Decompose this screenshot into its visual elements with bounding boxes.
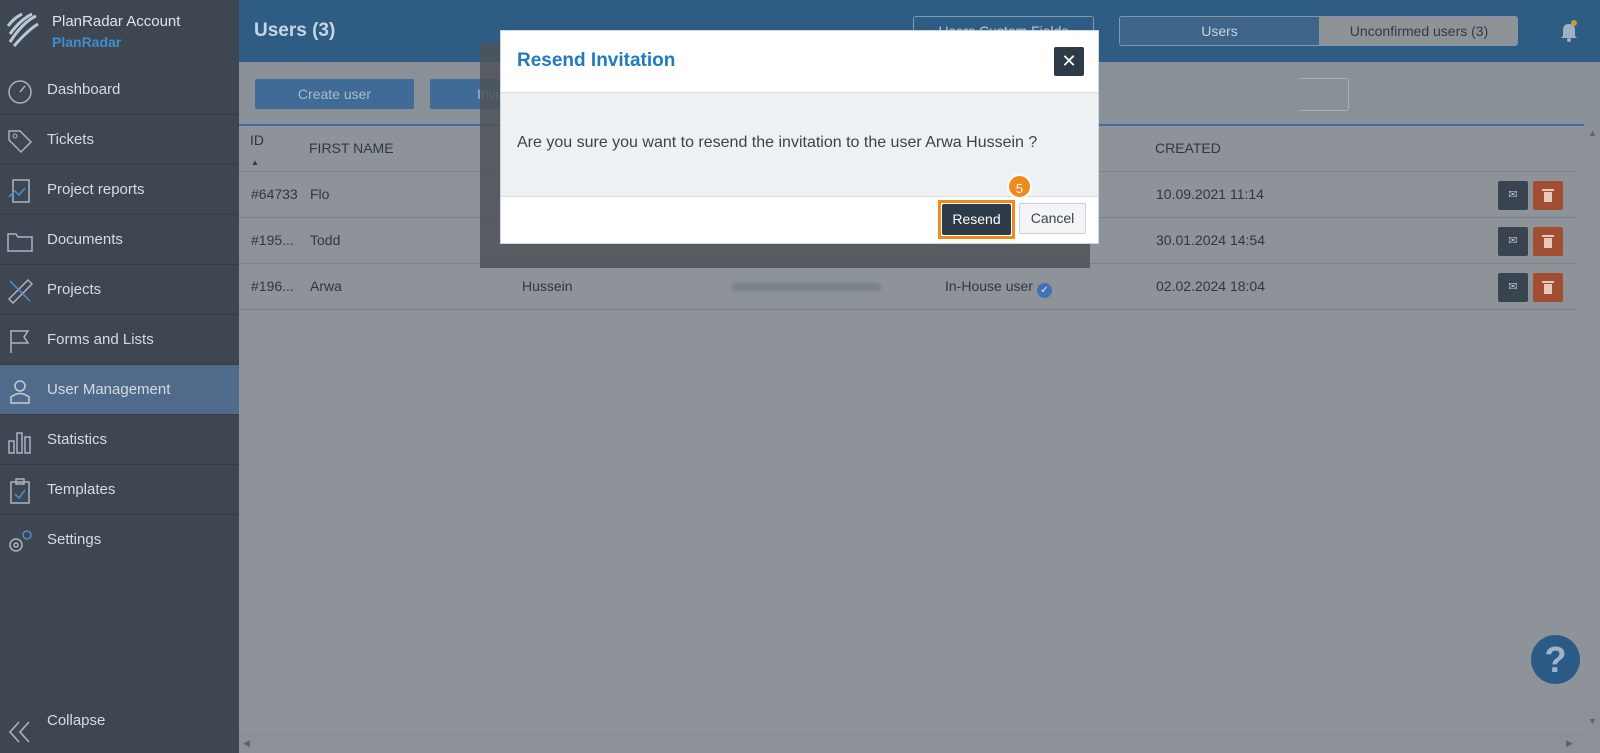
sidebar-item-label: Tickets [47,131,94,148]
bell-icon[interactable] [1559,20,1579,42]
ruler-pencil-icon [7,278,34,305]
dialog-footer: Resend Cancel [501,197,1098,243]
step-number-badge: 5 [1007,174,1032,199]
sidebar-item-settings[interactable]: Settings [0,515,239,565]
sidebar-item-label: User Management [47,381,171,398]
cell-email-redacted [731,278,881,294]
cell-id: #195... [251,232,294,248]
search-input[interactable] [1299,78,1349,111]
scroll-right-icon[interactable]: ▶ [1566,738,1573,749]
sidebar-item-statistics[interactable]: Statistics [0,415,239,465]
sidebar-item-label: Templates [47,481,116,498]
scroll-down-icon[interactable]: ▼ [1588,716,1597,726]
verified-check-icon: ✓ [1036,283,1052,298]
planradar-logo-icon [6,12,39,47]
column-created[interactable]: CREATED [1155,140,1221,156]
sidebar-item-tickets[interactable]: Tickets [0,115,239,165]
role-label: In-House user [945,278,1033,294]
delete-user-button[interactable] [1533,273,1563,302]
trash-icon [1542,189,1554,202]
delete-user-button[interactable] [1533,227,1563,256]
tab-users[interactable]: Users [1120,17,1319,45]
sidebar-item-documents[interactable]: Documents [0,215,239,265]
tag-icon [8,130,33,154]
delete-user-button[interactable] [1533,181,1563,210]
sidebar: PlanRadar Account PlanRadar Dashboard Ti… [0,0,239,753]
cell-last-name: Hussein [522,278,573,294]
bar-chart-icon [8,432,31,454]
column-first-name[interactable]: FIRST NAME [309,140,394,156]
flag-icon [10,330,30,353]
create-user-button[interactable]: Create user [255,79,414,109]
sidebar-item-label: Projects [47,281,102,298]
cell-id: #64733 [251,186,298,202]
sidebar-item-label: Documents [47,231,123,248]
sidebar-item-dashboard[interactable]: Dashboard [0,65,239,115]
collapse-label: Collapse [47,712,106,729]
envelope-icon: ✉ [1508,189,1518,201]
sidebar-item-forms-and-lists[interactable]: Forms and Lists [0,315,239,365]
resend-invite-button[interactable]: ✉ [1498,227,1528,256]
sidebar-item-label: Project reports [47,181,145,198]
page-title: Users (3) [254,20,336,41]
help-button[interactable]: ? [1531,635,1580,684]
user-tabs: Users Unconfirmed users (3) [1119,16,1518,46]
horizontal-scrollbar[interactable]: ◀ ▶ [239,733,1600,753]
cell-first-name: Todd [310,232,341,248]
folder-icon [7,233,33,252]
trash-icon [1542,281,1554,294]
collapse-sidebar-button[interactable]: Collapse [0,710,239,750]
resend-invite-button[interactable]: ✉ [1498,181,1528,210]
account-switcher[interactable]: PlanRadar Account PlanRadar [0,0,239,62]
chevron-double-left-icon [8,721,30,743]
cell-first-name: Flo [310,186,330,202]
cell-id: #196... [251,278,294,294]
sidebar-item-templates[interactable]: Templates [0,465,239,515]
sidebar-item-label: Dashboard [47,81,121,98]
close-button[interactable]: ✕ [1054,47,1084,76]
cell-role: In-House user ✓ [945,278,1052,298]
sidebar-item-label: Settings [47,531,102,548]
dialog-title: Resend Invitation [517,50,676,71]
vertical-scrollbar[interactable]: ▲ ▼ [1584,124,1600,733]
dialog-header: Resend Invitation ✕ [501,31,1098,93]
highlight-frame: Resend [938,200,1015,239]
cell-first-name: Arwa [310,278,342,294]
resend-invite-button[interactable]: ✉ [1498,273,1528,302]
sidebar-item-user-management[interactable]: User Management [0,365,239,415]
user-icon [10,380,30,404]
sidebar-item-label: Forms and Lists [47,331,154,348]
table-row[interactable]: #196... Arwa Hussein In-House user ✓ 02.0… [239,264,1577,310]
resend-button[interactable]: Resend [942,204,1011,235]
cell-created: 10.09.2021 11:14 [1156,186,1264,202]
dashboard-icon [8,80,32,104]
resend-invitation-dialog: Resend Invitation ✕ Are you sure you wan… [500,30,1099,244]
sidebar-item-label: Statistics [47,431,108,448]
dialog-message: Are you sure you want to resend the invi… [517,134,1038,151]
report-icon [8,179,30,203]
scroll-left-icon[interactable]: ◀ [243,738,250,749]
sort-asc-icon: ▲ [251,158,259,167]
scroll-up-icon[interactable]: ▲ [1588,128,1597,138]
cancel-button[interactable]: Cancel [1019,203,1086,234]
cell-created: 30.01.2024 14:54 [1156,232,1265,248]
sidebar-item-project-reports[interactable]: Project reports [0,165,239,215]
envelope-icon: ✉ [1508,281,1518,293]
account-name: PlanRadar Account [52,13,181,30]
envelope-icon: ✉ [1508,235,1518,247]
gear-icon [9,530,32,552]
tab-unconfirmed-users[interactable]: Unconfirmed users (3) [1319,17,1517,45]
column-id[interactable]: ID [250,132,264,148]
trash-icon [1542,235,1554,248]
sidebar-item-projects[interactable]: Projects [0,265,239,315]
account-subtitle: PlanRadar [52,34,122,50]
cell-created: 02.02.2024 18:04 [1156,278,1265,294]
clipboard-icon [10,478,30,504]
